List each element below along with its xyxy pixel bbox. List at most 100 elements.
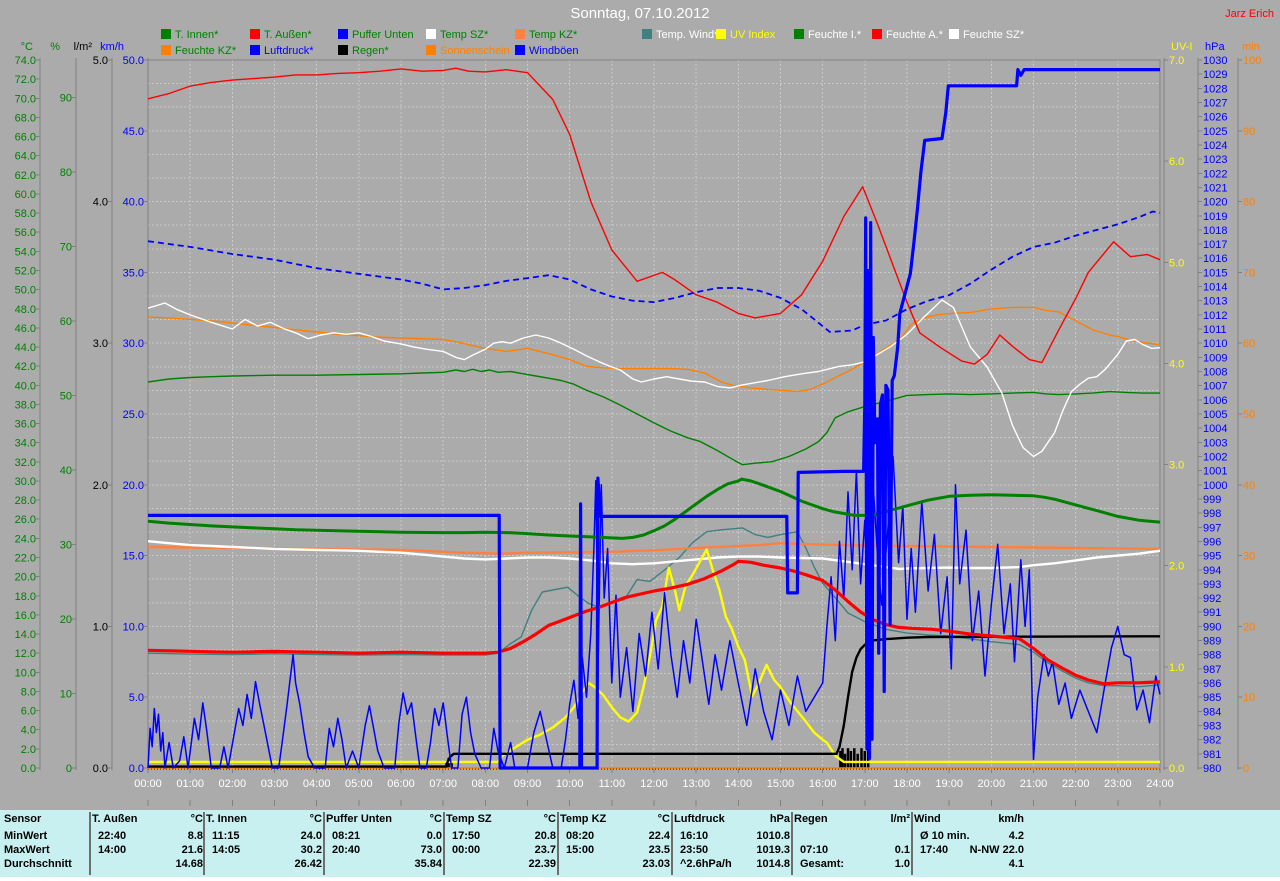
axis-tick-label: 45.0 (123, 126, 144, 138)
axis-tick-label: 980 (1203, 763, 1221, 775)
axis-tick-label: 1028 (1203, 83, 1227, 95)
axis-tick-label: 14.0 (15, 629, 36, 641)
axis-tick-label: 986 (1203, 678, 1221, 690)
axis-tick-label: 0 (66, 763, 72, 775)
table-column-separator (89, 812, 91, 875)
axis-tick-label: 40 (60, 465, 72, 477)
axis-tick-label: 4.0 (93, 197, 108, 209)
time-tick-label: 12:00 (640, 778, 668, 790)
table-row-label: Sensor (4, 813, 42, 825)
axis-tick-label: 100 (1243, 55, 1261, 67)
axis-tick-label: 1016 (1203, 253, 1227, 265)
table-cell-value: 4.2 (1008, 830, 1024, 842)
axis-tick-label: 44.0 (15, 342, 36, 354)
table-cell-value: 24.0 (300, 830, 322, 842)
axis-tick-label: 24.0 (15, 533, 36, 545)
table-cell-value: 1010.8 (756, 830, 790, 842)
axis-tick-label: 20.0 (123, 480, 144, 492)
table-cell-value: 22.4 (648, 830, 670, 842)
series-puffer_unten (148, 67, 1160, 770)
time-tick-label: 10:00 (556, 778, 584, 790)
axis-tick-label: 50.0 (15, 285, 36, 297)
axis-tick-label: 1001 (1203, 466, 1227, 478)
table-row-label: MaxWert (4, 844, 50, 856)
table-cell-value: N-NW 22.0 (969, 844, 1024, 856)
axis-tick-label: 60 (60, 316, 72, 328)
table-column-separator (443, 812, 445, 875)
axis-tick-label: 40 (1243, 480, 1255, 492)
axis-tick-label: 20 (1243, 621, 1255, 633)
axis-tick-label: 1025 (1203, 126, 1227, 138)
axis-tick-label: 3.0 (93, 338, 108, 350)
axis-tick-label: 1011 (1203, 324, 1227, 336)
axis-tick-label: 74.0 (15, 55, 36, 67)
axis-tick-label: 1004 (1203, 423, 1227, 435)
axis-tick-label: 1010 (1203, 338, 1227, 350)
axis-tick-label: 999 (1203, 494, 1221, 506)
table-cell-value: 26.42 (294, 858, 322, 870)
table-column-separator (323, 812, 325, 875)
axis-tick-label: 988 (1203, 650, 1221, 662)
axis-tick-label: 46.0 (15, 323, 36, 335)
table-col-unit: °C (657, 813, 670, 825)
table-cell-value: 30.2 (300, 844, 322, 856)
table-row-label: MinWert (4, 830, 48, 842)
axis-tick-label: 1009 (1203, 352, 1227, 364)
time-tick-label: 24:00 (1146, 778, 1174, 790)
axis-tick-label: 4.0 (21, 725, 36, 737)
time-tick-label: 14:00 (725, 778, 753, 790)
time-tick-label: 13:00 (682, 778, 710, 790)
weather-app-window: { "window": { "title": "Sonntag, 07.10.2… (0, 0, 1280, 881)
axis-tick-label: 0.0 (93, 763, 108, 775)
axis-tick-label: 989 (1203, 636, 1221, 648)
table-col-header: T. Außen (92, 813, 138, 825)
table-column-separator (557, 812, 559, 875)
axis-tick-label: 1012 (1203, 310, 1227, 322)
axis-tick-label: 60.0 (15, 189, 36, 201)
axis-tick-label: 70 (60, 241, 72, 253)
table-cell-value: 21.6 (181, 844, 203, 856)
axis-tick-label: 25.0 (123, 409, 144, 421)
time-tick-label: 21:00 (1020, 778, 1048, 790)
axis-tick-label: 0.0 (21, 763, 36, 775)
axis-tick-label: 38.0 (15, 399, 36, 411)
axis-tick-label: 28.0 (15, 495, 36, 507)
axis-tick-label: 2.0 (1169, 561, 1184, 573)
axis-tick-label: 48.0 (15, 304, 36, 316)
table-col-header: Regen (794, 813, 828, 825)
axis-tick-label: 30 (1243, 551, 1255, 563)
axis-tick-label: 1024 (1203, 140, 1227, 152)
axis-tick-label: 32.0 (15, 457, 36, 469)
axis-tick-label: 22.0 (15, 553, 36, 565)
axis-tick-label: 1015 (1203, 267, 1227, 279)
time-tick-label: 23:00 (1104, 778, 1132, 790)
axis-tick-label: 1022 (1203, 168, 1227, 180)
axis-tick-label: 30.0 (123, 338, 144, 350)
time-tick-label: 18:00 (893, 778, 921, 790)
time-tick-label: 15:00 (767, 778, 795, 790)
table-column-separator (671, 812, 673, 875)
axis-tick-label: 991 (1203, 607, 1221, 619)
axis-tick-label: 1020 (1203, 197, 1227, 209)
table-cell-value: 22.39 (528, 858, 556, 870)
axis-tick-label: 1029 (1203, 69, 1227, 81)
axis-tick-label: 34.0 (15, 438, 36, 450)
axis-tick-label: 0.0 (129, 763, 144, 775)
table-col-header: Luftdruck (674, 813, 725, 825)
axis-tick-label: 80 (1243, 197, 1255, 209)
axis-tick-label: 997 (1203, 522, 1221, 534)
table-cell-value: 1019.3 (756, 844, 790, 856)
table-cell-value: 8.8 (187, 830, 203, 842)
axis-tick-label: 996 (1203, 536, 1221, 548)
table-cell-value: 1.0 (894, 858, 910, 870)
axis-tick-label: 995 (1203, 551, 1221, 563)
table-cell-value: 23.7 (534, 844, 556, 856)
axis-tick-label: 1006 (1203, 395, 1227, 407)
table-col-unit: km/h (998, 813, 1024, 825)
axis-tick-label: 16.0 (15, 610, 36, 622)
axis-tick-label: 1030 (1203, 55, 1227, 67)
time-tick-label: 03:00 (261, 778, 289, 790)
axis-tick-label: 18.0 (15, 591, 36, 603)
axis-tick-label: 1023 (1203, 154, 1227, 166)
axis-tick-label: 981 (1203, 749, 1221, 761)
